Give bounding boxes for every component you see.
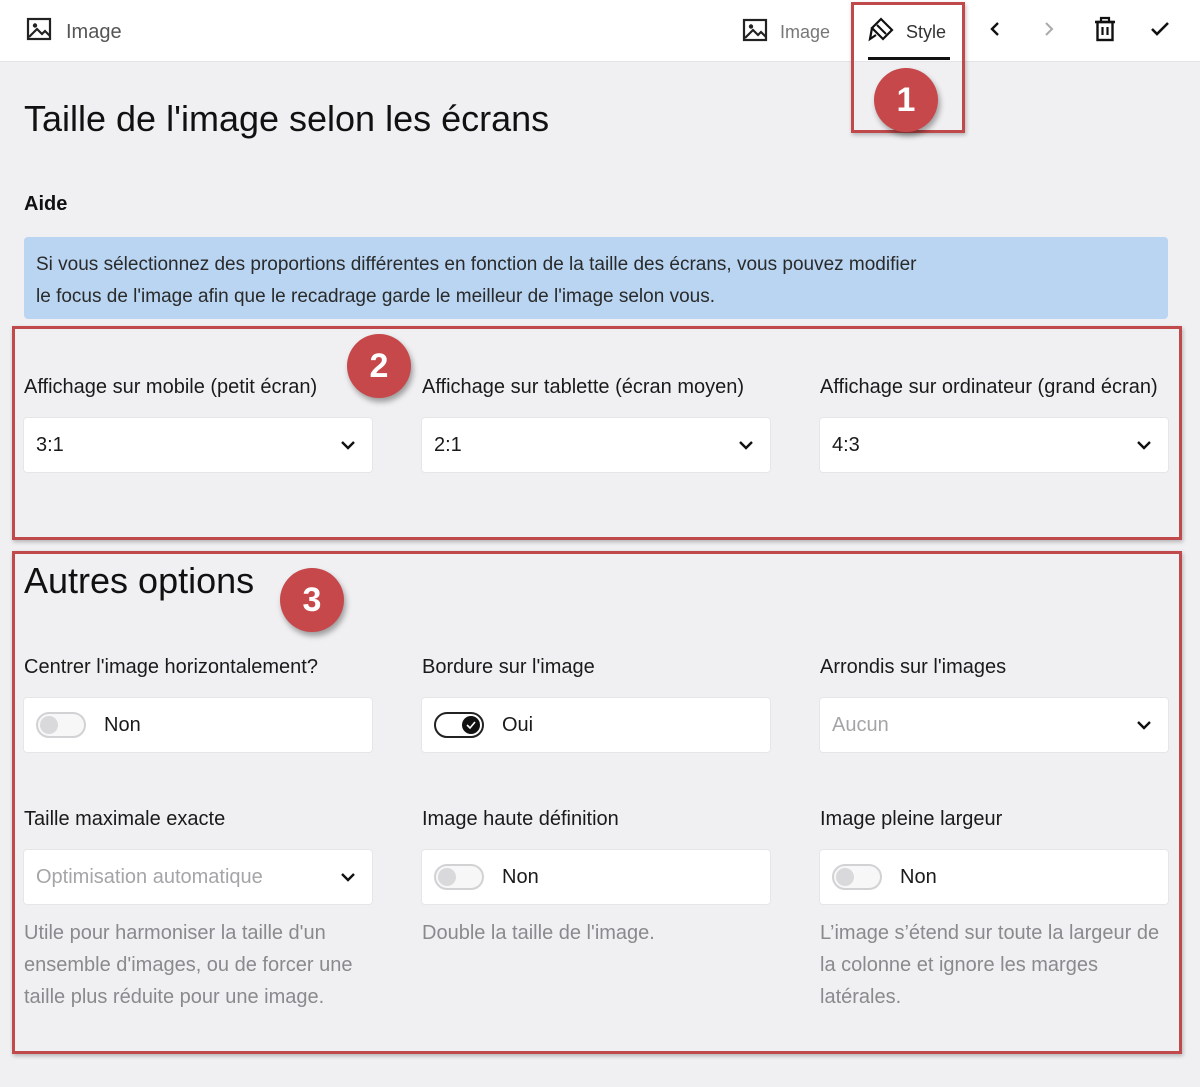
next-button[interactable] [1034, 16, 1064, 46]
tab-image-label: Image [780, 21, 831, 42]
help-box: Si vous sélectionnez des proportions dif… [24, 237, 1168, 319]
trash-icon [1093, 16, 1117, 47]
confirm-button[interactable] [1145, 16, 1175, 46]
help-text-line2: le focus de l'image afin que le recadrag… [36, 286, 715, 307]
annotation-box-2 [12, 326, 1182, 540]
image-icon [742, 18, 768, 47]
help-label: Aide [24, 193, 68, 215]
tab-image[interactable]: Image [742, 14, 830, 50]
annotation-badge-3: 3 [280, 568, 344, 632]
check-icon [1150, 21, 1170, 42]
page-title: Taille de l'image selon les écrans [24, 98, 550, 139]
chevron-right-icon [1042, 21, 1056, 42]
top-toolbar: Image Image Style [0, 0, 1200, 62]
image-icon [26, 17, 52, 47]
annotation-badge-2: 2 [347, 334, 411, 398]
annotation-box-3 [12, 551, 1182, 1054]
panel-title-text: Image [66, 20, 122, 43]
delete-button[interactable] [1090, 16, 1120, 46]
panel-title: Image [26, 17, 122, 47]
annotation-badge-1: 1 [874, 68, 938, 132]
previous-button[interactable] [980, 16, 1010, 46]
chevron-left-icon [988, 21, 1002, 42]
help-text-line1: Si vous sélectionnez des proportions dif… [36, 254, 917, 275]
